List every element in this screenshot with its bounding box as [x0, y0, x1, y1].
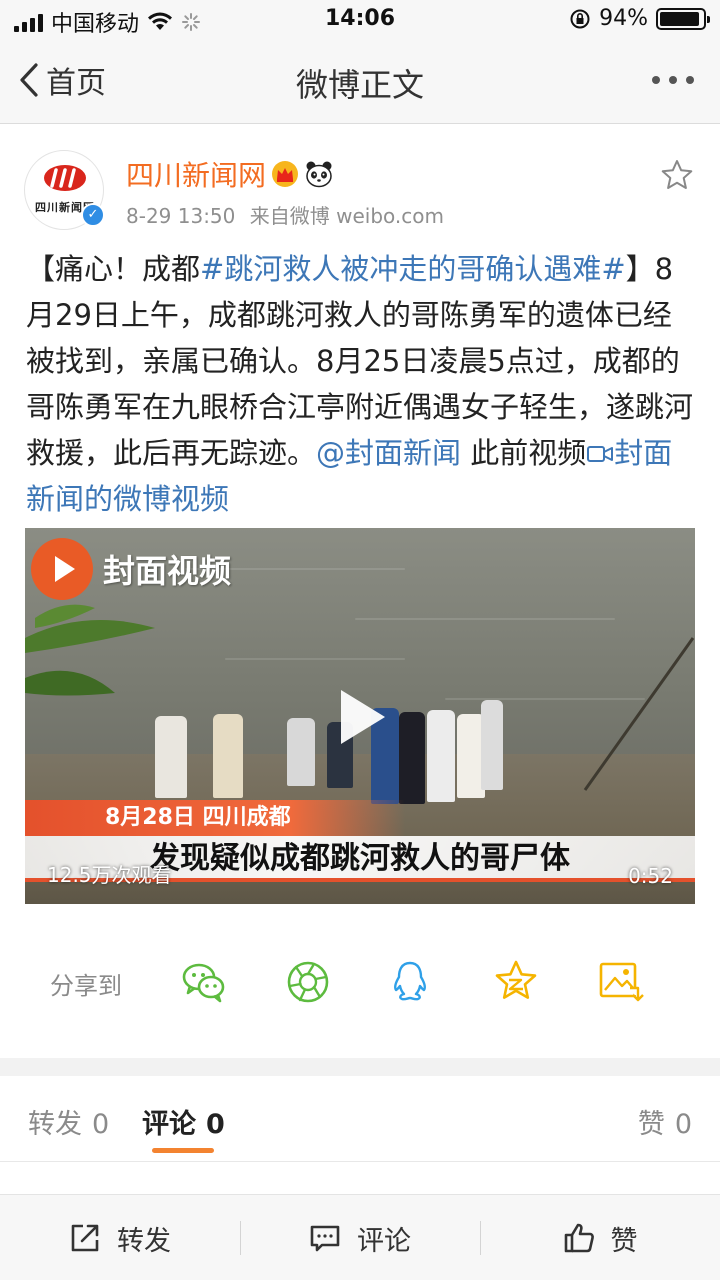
like-label: 赞	[610, 1225, 638, 1257]
repost-label: 转发	[117, 1225, 171, 1257]
battery-icon	[656, 7, 710, 30]
tab-comment-label: 评论	[142, 1109, 196, 1140]
nav-bar: 首页 微博正文	[0, 40, 720, 124]
share-label: 分享到	[50, 972, 122, 1000]
play-icon[interactable]	[341, 690, 385, 744]
comment-button[interactable]: 评论	[240, 1195, 480, 1280]
bottom-action-bar: 转发 评论 赞	[0, 1194, 720, 1280]
video-brand-logo: 封面视频	[31, 538, 231, 600]
qzone-icon[interactable]	[492, 958, 540, 1006]
status-right: 94%	[569, 6, 710, 31]
video-player[interactable]: 封面视频 8月28日 四川成都 发现疑似成都跳河救人的哥尸体 12.5万次观看 …	[25, 528, 695, 904]
post-meta: 8-29 13:50 来自微博 weibo.com	[126, 200, 444, 229]
repost-icon	[71, 1224, 99, 1252]
active-tab-indicator	[152, 1148, 214, 1153]
more-dot-icon	[669, 76, 677, 84]
tab-like-label: 赞	[637, 1109, 665, 1140]
tab-comment[interactable]: 评论 0	[142, 1102, 225, 1141]
avatar[interactable]: 四川新闻网 ✓	[24, 150, 105, 230]
bystander-figure	[399, 712, 425, 804]
interaction-tabs: 转发 0 评论 0 赞0	[0, 1076, 720, 1162]
battery-percent: 94%	[599, 6, 648, 31]
comment-icon	[310, 1225, 340, 1252]
battery-fill	[660, 11, 700, 26]
like-button[interactable]: 赞	[480, 1195, 720, 1280]
page-title: 微博正文	[295, 66, 424, 104]
post-text-before-video: 此前视频	[461, 436, 587, 470]
video-link-icon	[587, 446, 614, 462]
video-views: 12.5万次观看	[47, 863, 172, 887]
video-duration: 0:52	[628, 864, 673, 888]
tab-repost-label: 转发	[28, 1109, 82, 1140]
post-time: 8-29 13:50	[126, 204, 236, 228]
panda-badge-icon	[306, 161, 332, 188]
verified-badge-icon: ✓	[81, 203, 105, 227]
thumbs-up-icon	[564, 1223, 594, 1253]
repost-button[interactable]: 转发	[0, 1195, 240, 1280]
status-bar: 中国移动 14:06 94%	[0, 0, 720, 40]
bystander-figure	[287, 718, 315, 786]
sichuan-news-logo-icon	[44, 165, 86, 191]
post-text-intro: 【痛心！成都	[26, 252, 201, 286]
qq-icon[interactable]	[386, 958, 434, 1006]
video-caption-tag: 8月28日 四川成都	[25, 800, 405, 836]
hashtag-link[interactable]: #跳河救人被冲走的哥确认遇难#	[200, 252, 626, 286]
more-dot-icon	[652, 76, 660, 84]
tab-comment-count: 0	[206, 1109, 225, 1140]
bystander-figure	[427, 710, 455, 802]
author-row: 四川新闻网	[126, 154, 334, 194]
favorite-star-icon[interactable]	[660, 158, 694, 192]
wechat-icon[interactable]	[180, 958, 228, 1006]
play-logo-icon	[31, 538, 93, 600]
more-dot-icon	[686, 76, 694, 84]
share-row: 分享到	[0, 950, 720, 1014]
tab-like[interactable]: 赞0	[638, 1102, 692, 1141]
bystander-figure	[155, 716, 187, 798]
section-divider	[0, 1058, 720, 1076]
mention-link[interactable]: @封面新闻	[316, 436, 461, 470]
bystander-figure	[481, 700, 503, 790]
post-source: 来自微博 weibo.com	[249, 204, 444, 228]
tab-repost[interactable]: 转发 0	[28, 1102, 109, 1141]
post-body: 【痛心！成都#跳河救人被冲走的哥确认遇难#】8月29日上午，成都跳河救人的哥陈勇…	[26, 246, 698, 522]
save-image-icon[interactable]	[596, 958, 644, 1006]
moments-icon[interactable]	[284, 958, 332, 1006]
crown-badge-icon	[272, 161, 299, 187]
comment-label: 评论	[357, 1225, 411, 1257]
tab-like-count: 0	[674, 1109, 692, 1140]
video-brand-name: 封面视频	[103, 552, 232, 590]
author-name[interactable]: 四川新闻网	[126, 154, 266, 194]
orientation-lock-icon	[570, 9, 590, 28]
bystander-figure	[213, 714, 243, 798]
more-options-button[interactable]	[652, 76, 694, 84]
tab-repost-count: 0	[92, 1109, 110, 1140]
